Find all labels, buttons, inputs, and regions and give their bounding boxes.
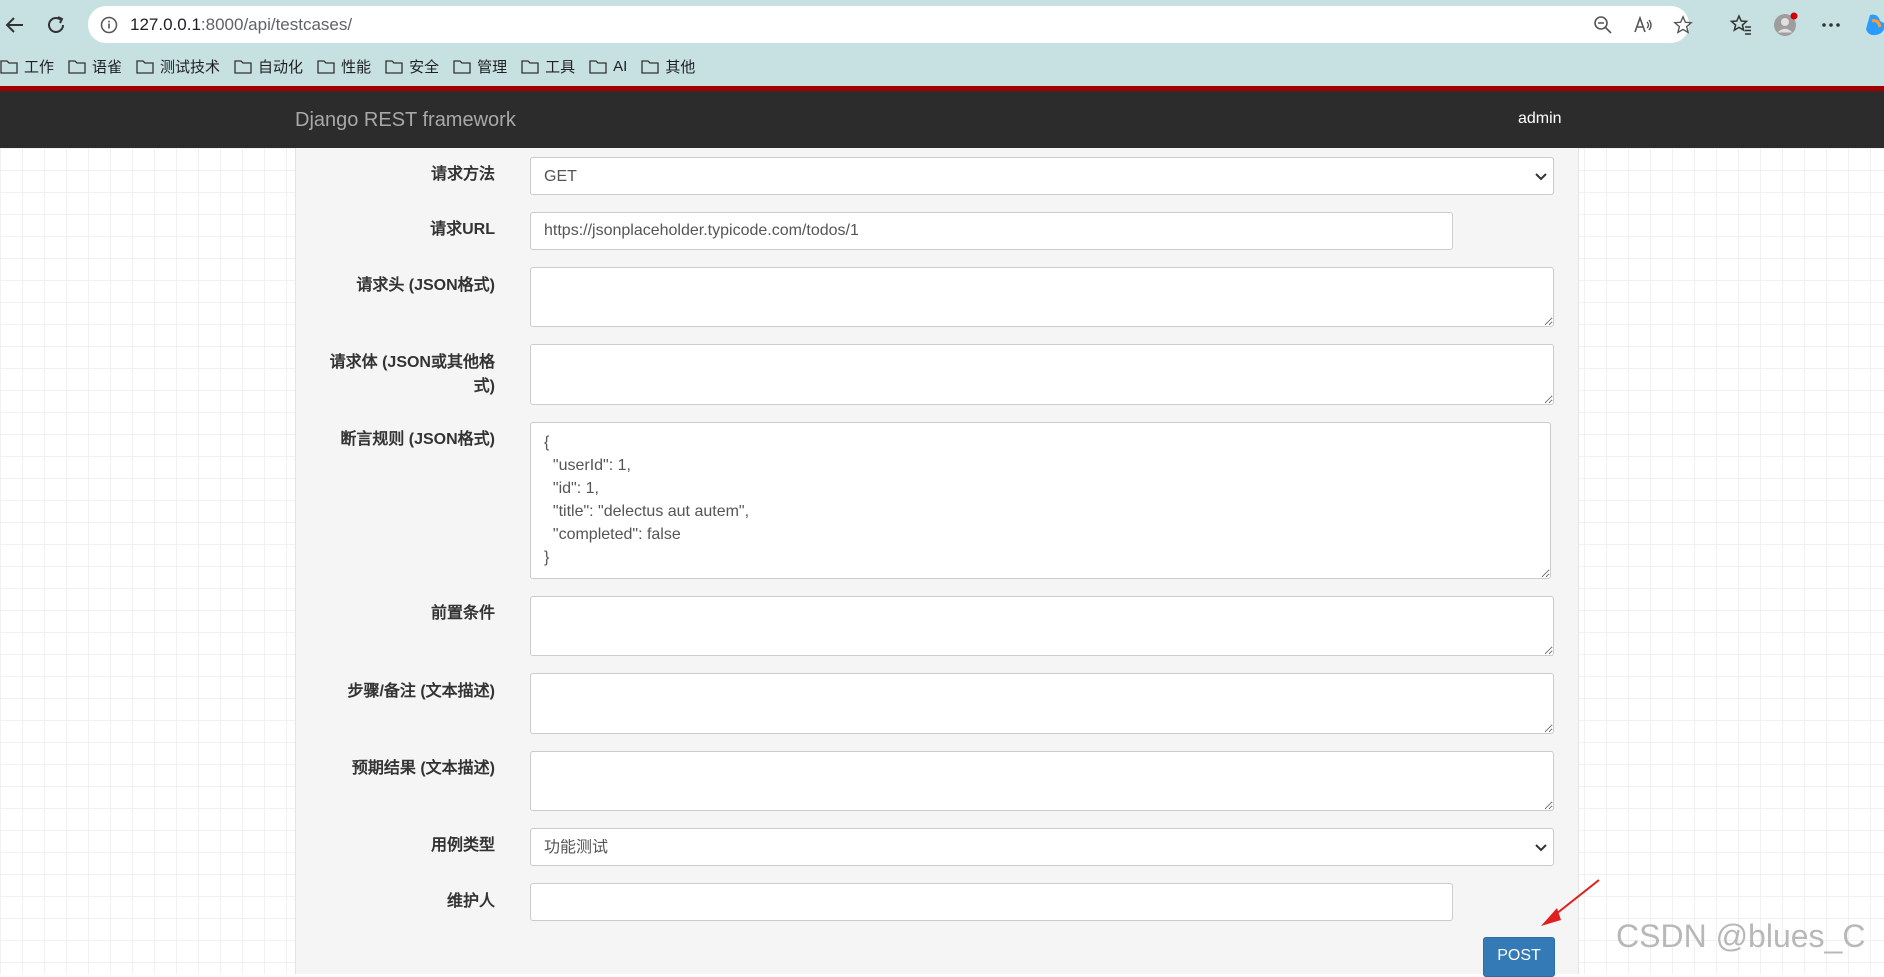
bookmark-label: 其他: [665, 58, 696, 76]
bookmark-label: 自动化: [258, 58, 304, 76]
bookmark-label: 性能: [341, 58, 372, 76]
precondition-label: 前置条件: [430, 605, 495, 622]
browser-chrome: 127.0.0.1:8000/api/testcases/ 工作 语雀 测试技术…: [0, 0, 1884, 87]
headers-label: 请求头 (JSON格式): [356, 277, 495, 294]
url-label: 请求URL: [430, 221, 495, 238]
method-select[interactable]: GET: [530, 157, 1554, 195]
expected-label: 预期结果 (文本描述): [351, 760, 495, 777]
copilot-icon[interactable]: [1862, 12, 1884, 38]
bookmark-label: 测试技术: [160, 58, 221, 76]
back-arrow-icon: [5, 17, 23, 33]
folder-icon: [589, 60, 607, 74]
annotation-arrow: [1541, 879, 1600, 926]
favorite-star-icon[interactable]: [1673, 15, 1693, 35]
bookmark-label: 安全: [409, 58, 440, 76]
url-host: 127.0.0.1: [130, 15, 201, 34]
case-type-select[interactable]: 功能测试: [530, 828, 1554, 866]
chevron-down-icon: [1535, 173, 1547, 181]
precondition-textarea[interactable]: [530, 596, 1554, 656]
bookmark-folder[interactable]: AI: [589, 58, 627, 75]
steps-label: 步骤/备注 (文本描述): [347, 683, 495, 700]
back-button[interactable]: [0, 10, 30, 40]
bookmark-folder[interactable]: 测试技术: [136, 56, 220, 77]
folder-icon: [317, 60, 335, 74]
chevron-down-icon: [1535, 844, 1547, 852]
case-type-label: 用例类型: [430, 837, 495, 854]
bookmark-label: 语雀: [92, 58, 123, 76]
assert-label: 断言规则 (JSON格式): [340, 431, 495, 448]
url-path: :8000/api/testcases/: [200, 15, 353, 34]
bookmark-label: 工作: [24, 58, 55, 76]
body-label: 请求体 (JSON或其他格式): [329, 354, 495, 395]
folder-icon: [68, 60, 86, 74]
folder-icon: [136, 60, 154, 74]
bookmark-label: 工具: [545, 58, 576, 76]
reload-button[interactable]: [41, 10, 71, 40]
user-menu[interactable]: admin: [1518, 110, 1562, 128]
bookmarks-bar: 工作 语雀 测试技术 自动化 性能 安全 管理 工具 AI 其他: [0, 52, 709, 80]
bookmark-label: 管理: [477, 58, 508, 76]
bookmark-label: AI: [613, 57, 628, 75]
more-options-icon[interactable]: [1818, 12, 1844, 38]
bookmark-folder[interactable]: 管理: [453, 56, 507, 77]
headers-textarea[interactable]: [530, 267, 1554, 327]
folder-icon: [521, 60, 539, 74]
url-input[interactable]: [530, 212, 1453, 250]
brand-link[interactable]: Django REST framework: [295, 109, 516, 132]
bookmark-folder[interactable]: 工具: [521, 56, 575, 77]
profile-avatar[interactable]: [1773, 12, 1799, 38]
folder-icon: [641, 60, 659, 74]
bookmark-folder[interactable]: 语雀: [68, 56, 122, 77]
folder-icon: [0, 60, 18, 74]
read-aloud-icon[interactable]: [1633, 15, 1653, 35]
steps-textarea[interactable]: [530, 673, 1554, 734]
bookmark-folder[interactable]: 安全: [385, 56, 439, 77]
browser-toolbar: 127.0.0.1:8000/api/testcases/: [0, 0, 1884, 50]
post-button[interactable]: POST: [1483, 937, 1555, 977]
folder-icon: [385, 60, 403, 74]
zoom-icon[interactable]: [1593, 15, 1613, 35]
site-info-icon[interactable]: [100, 16, 118, 39]
bookmark-folder[interactable]: 其他: [641, 56, 695, 77]
address-bar[interactable]: 127.0.0.1:8000/api/testcases/: [88, 6, 1693, 43]
bookmark-folder[interactable]: 性能: [317, 56, 371, 77]
bookmark-folder[interactable]: 工作: [0, 56, 54, 77]
watermark: CSDN @blues_C: [1616, 918, 1866, 954]
favorites-icon[interactable]: [1728, 12, 1754, 38]
folder-icon: [234, 60, 252, 74]
body-textarea[interactable]: [530, 344, 1554, 405]
method-label: 请求方法: [430, 166, 495, 183]
drf-navbar: Django REST framework admin: [0, 91, 1884, 148]
assert-textarea[interactable]: { "userId": 1, "id": 1, "title": "delect…: [530, 422, 1551, 579]
expected-textarea[interactable]: [530, 751, 1554, 811]
reload-icon: [48, 16, 64, 33]
folder-icon: [453, 60, 471, 74]
url-text[interactable]: 127.0.0.1:8000/api/testcases/: [130, 15, 352, 35]
maintainer-input[interactable]: [530, 883, 1453, 921]
bookmark-folder[interactable]: 自动化: [234, 56, 303, 77]
maintainer-label: 维护人: [446, 893, 495, 910]
